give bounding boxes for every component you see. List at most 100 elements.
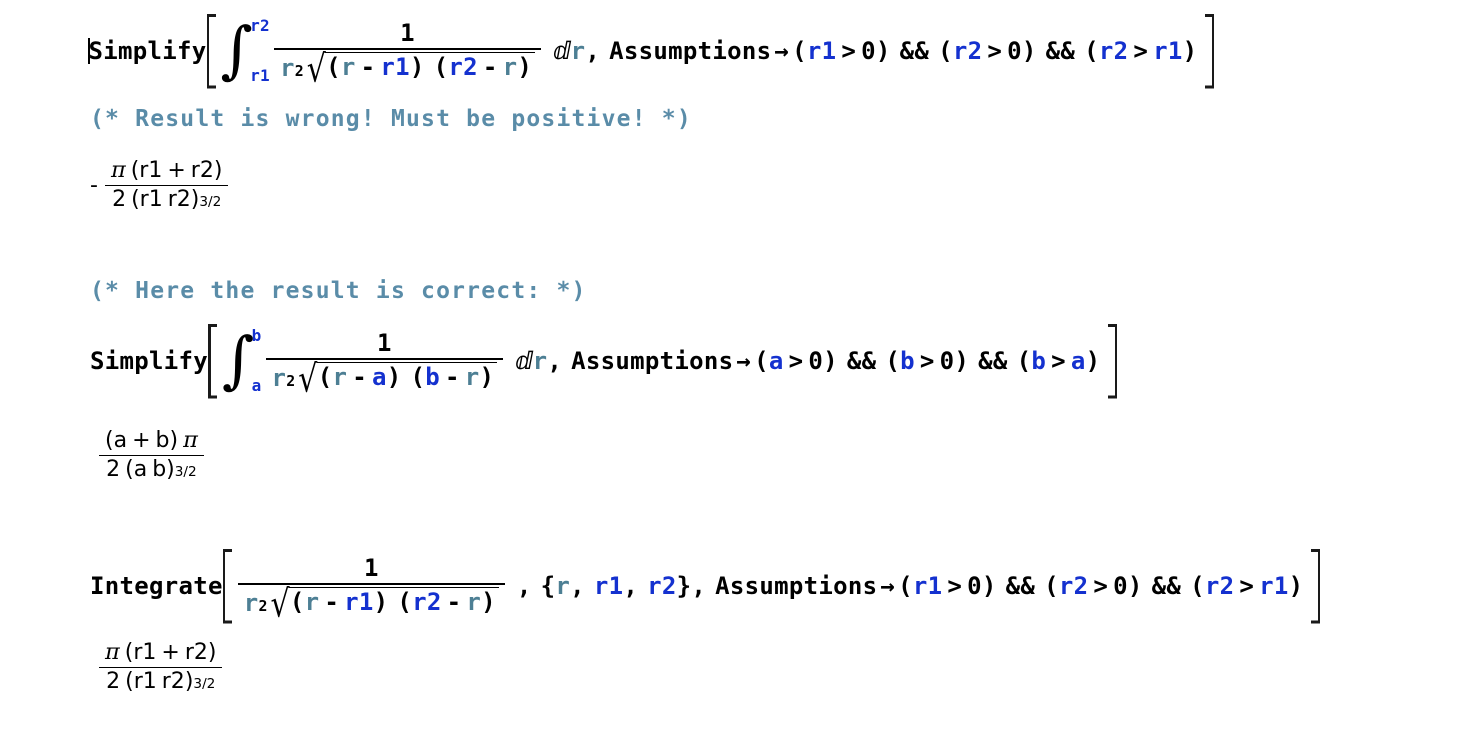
pi-symbol-2: π (183, 427, 198, 453)
assumption-2-1-lhs: a (768, 347, 784, 375)
assumption-3-3-lhs: r2 (1204, 572, 1235, 600)
output-3-num-term-b: r2 (184, 640, 208, 665)
open-bracket-3 (222, 549, 235, 623)
output-3-den-term-b: r2 (161, 669, 185, 695)
output-1-num-term-b: r2 (190, 158, 214, 183)
fraction-denominator-2: r2 √ (r - a) (b - r) (266, 360, 504, 398)
pi-symbol-3: π (105, 639, 120, 665)
assumption-3-3-rhs: r1 (1259, 572, 1289, 600)
assumption-2-2-lhs: b (900, 347, 915, 375)
differential-variable-2: r (532, 347, 548, 375)
fraction-numerator-3: 1 (363, 554, 379, 583)
radicand-3-r1: r1 (344, 587, 374, 616)
output-3-den-term-a: r1 (133, 669, 157, 695)
iterator-to: r2 (647, 572, 677, 600)
paren-open-2: ( (433, 52, 449, 81)
output-cell-2[interactable]: (a + b) π 2(a b) 3/2 (96, 427, 207, 483)
output-1-sign: - (90, 172, 98, 198)
square-root-2: √ (r - a) (b - r) (298, 360, 498, 398)
fraction-denominator: r2 √ (r - r1) (r2- r) (274, 50, 541, 88)
open-bracket (206, 14, 219, 88)
output-1-den-term-b: r2 (167, 187, 191, 213)
output-cell-1[interactable]: - π (r1 + r2) 2(r1 r2) 3/2 (90, 157, 231, 213)
rule-arrow-icon: → (774, 37, 790, 65)
option-assumptions-label-2: Assumptions (571, 347, 734, 375)
integral-symbol-2: ∫ b a (222, 328, 262, 394)
denominator-variable-r-3: r (243, 588, 259, 617)
input-cell-3[interactable]: Integrate 1 r2 √ (r - r1) (r2- r) , {r, … (90, 549, 1321, 623)
output-2-num-term-b: b (155, 428, 170, 453)
assumption-2-1: (a >0) (754, 347, 838, 375)
comma-1: , (585, 37, 601, 65)
radicand-r-2: r (502, 52, 518, 81)
notebook-canvas: Simplify ∫ r2 r1 1 r2 √ (r-r1)(r2-r) (0, 0, 1480, 742)
differential-variable: r (570, 37, 586, 65)
radicand-3-r2: r2 (412, 587, 442, 616)
assumption-2-lhs: r2 (952, 37, 983, 65)
rule-arrow-icon-2: → (736, 347, 752, 375)
conjunction-3-2: && (1151, 572, 1182, 600)
close-bracket (1202, 14, 1215, 88)
close-bracket-3 (1308, 549, 1321, 623)
assumption-3-1: (r1 >0) (898, 572, 997, 600)
pi-symbol: π (110, 157, 126, 183)
paren-close-1: ) (409, 52, 425, 81)
output-3-numerator: π (r1 + r2) (105, 639, 217, 665)
input-cell-1[interactable]: Simplify ∫ r2 r1 1 r2 √ (r-r1)(r2-r) (88, 14, 1215, 88)
conjunction-2: && (1045, 37, 1076, 65)
fraction-denominator-3: r2 √ (r - r1) (r2- r) (238, 585, 505, 623)
output-1-num-term-a: r1 (139, 158, 163, 183)
iterator-list: {r, r1, r2} (540, 572, 692, 600)
function-name-integrate: Integrate (90, 572, 223, 600)
output-2-num-term-a: a (113, 428, 128, 453)
output-2-numerator: (a + b) π (105, 427, 198, 453)
output-3-fraction: π (r1 + r2) 2(r1 r2) 3/2 (99, 639, 223, 695)
assumption-2: (r2 >0) (938, 37, 1037, 65)
conjunction-3-1: && (1005, 572, 1036, 600)
assumption-3-rhs: r1 (1153, 37, 1183, 65)
output-3-denominator: 2(r1 r2) 3/2 (106, 669, 216, 695)
differential-d-icon-2: ⅆ (515, 347, 533, 375)
output-3-num-term-a: r1 (133, 640, 157, 665)
radical-glyph-3: √ (270, 582, 290, 626)
radicand-2-r-2: r (464, 362, 480, 391)
output-1-den-term-a: r1 (139, 187, 163, 213)
assumption-2-op: > (987, 37, 1003, 65)
close-bracket-2 (1105, 324, 1118, 398)
differential-d-icon: ⅆ (553, 37, 571, 65)
fraction-numerator-2: 1 (376, 329, 392, 358)
comma-3b: , (691, 572, 707, 600)
radicand-3-r-2: r (466, 587, 482, 616)
fraction-numerator: 1 (400, 19, 415, 48)
open-bracket-2 (208, 324, 220, 398)
comment-cell-1[interactable]: (* Result is wrong! Must be positive! *) (90, 106, 692, 132)
conjunction-1: && (899, 37, 930, 65)
input-cell-2[interactable]: Simplify ∫ b a 1 r2 √ (r - a) (b - r) ⅆ … (90, 324, 1118, 398)
paren-open-1: ( (326, 52, 341, 81)
radicand-3: (r - r1) (r2- r) (288, 586, 499, 617)
minus-2: - (482, 52, 498, 81)
radicand-r2: r2 (448, 52, 478, 81)
output-2-den-term-a: a (133, 457, 148, 483)
denominator-variable-r-2: r (271, 363, 287, 392)
output-cell-3[interactable]: π (r1 + r2) 2(r1 r2) 3/2 (96, 639, 225, 695)
comma-2: , (547, 347, 563, 375)
assumption-3: (r2 > r1) (1084, 37, 1198, 65)
output-1-numerator: π (r1 + r2) (110, 157, 223, 183)
radicand: (r - r1) (r2- r) (325, 51, 536, 82)
assumption-2-3: (b > a) (1016, 347, 1101, 375)
comment-cell-2[interactable]: (* Here the result is correct: *) (90, 278, 587, 304)
assumption-2-3-lhs: b (1031, 347, 1047, 375)
iterator-from: r1 (593, 572, 624, 600)
radical-glyph-2: √ (298, 357, 318, 401)
assumption-2-rhs: 0 (1007, 37, 1022, 65)
assumption-1: (r1 >0) (792, 37, 891, 65)
output-1-fraction: π (r1 + r2) 2(r1 r2) 3/2 (104, 157, 229, 213)
option-assumptions-label-3: Assumptions (715, 572, 878, 600)
assumption-3-2-lhs: r2 (1058, 572, 1089, 600)
assumption-1-lhs: r1 (806, 37, 837, 65)
assumption-1-op: > (841, 37, 857, 65)
assumption-2-3-rhs: a (1070, 347, 1086, 375)
conjunction-2-1: && (846, 347, 877, 375)
assumption-3-3: (r2 > r1) (1190, 572, 1304, 600)
